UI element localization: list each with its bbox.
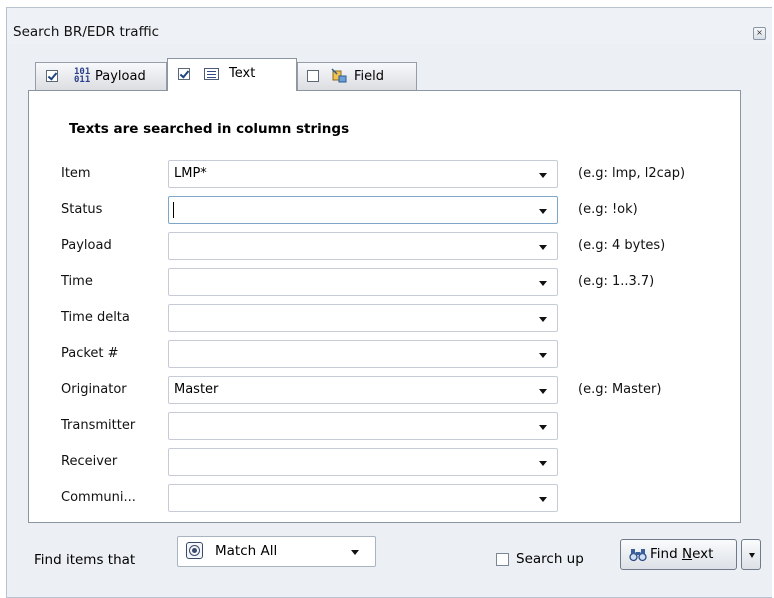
- chevron-down-icon[interactable]: [539, 173, 547, 178]
- chevron-down-icon[interactable]: [539, 497, 547, 502]
- item-value: LMP*: [174, 166, 207, 181]
- chevron-down-icon: [749, 553, 755, 558]
- row-label-time: Time: [61, 274, 93, 289]
- chevron-down-icon[interactable]: [539, 209, 547, 214]
- receiver-combobox[interactable]: [168, 448, 558, 476]
- row-label-originator: Originator: [61, 382, 127, 397]
- chevron-down-icon[interactable]: [539, 353, 547, 358]
- row-label-receiver: Receiver: [61, 454, 118, 469]
- row-label-time-delta: Time delta: [61, 310, 130, 325]
- title-bar: Search BR/EDR traffic ×: [7, 8, 772, 44]
- match-all-icon: [186, 542, 203, 559]
- match-mode-select[interactable]: Match All: [177, 536, 376, 567]
- originator-hint: (e.g: Master): [578, 382, 662, 397]
- originator-combobox[interactable]: Master: [168, 376, 558, 404]
- binary-icon: 101 011: [74, 68, 91, 85]
- chevron-down-icon[interactable]: [539, 425, 547, 430]
- find-next-mnemonic: N: [681, 546, 693, 562]
- find-next-button[interactable]: Find Next: [620, 539, 737, 570]
- originator-value: Master: [174, 382, 219, 397]
- status-hint: (e.g: !ok): [578, 202, 638, 217]
- search-up-checkbox[interactable]: [496, 553, 509, 566]
- chevron-down-icon[interactable]: [539, 281, 547, 286]
- row-label-packet-number: Packet #: [61, 346, 119, 361]
- tab-payload[interactable]: 101 011 Payload: [35, 62, 167, 90]
- match-mode-value: Match All: [215, 543, 278, 559]
- close-icon[interactable]: ×: [753, 27, 766, 40]
- transmitter-combobox[interactable]: [168, 412, 558, 440]
- time-combobox[interactable]: [168, 268, 558, 296]
- communication-combobox[interactable]: [168, 484, 558, 512]
- tab-field-label: Field: [354, 69, 385, 84]
- field-icon: [331, 68, 347, 83]
- time-hint: (e.g: 1..3.7): [578, 274, 655, 289]
- find-items-label: Find items that: [34, 552, 136, 568]
- chevron-down-icon[interactable]: [351, 550, 359, 555]
- tab-field[interactable]: Field: [297, 62, 417, 90]
- row-label-status: Status: [61, 202, 103, 217]
- tab-text[interactable]: Text: [167, 58, 297, 91]
- chevron-down-icon[interactable]: [539, 389, 547, 394]
- tab-text-checkbox[interactable]: [178, 68, 190, 80]
- panel-heading: Texts are searched in column strings: [69, 121, 350, 137]
- row-label-transmitter: Transmitter: [61, 418, 136, 433]
- text-tab-panel: Texts are searched in column strings Ite…: [28, 90, 741, 523]
- payload-hint: (e.g: 4 bytes): [578, 238, 666, 253]
- item-hint: (e.g: lmp, l2cap): [578, 166, 686, 181]
- dialog-title: Search BR/EDR traffic: [13, 24, 160, 40]
- tab-text-label: Text: [229, 66, 256, 81]
- find-next-prefix: Find: [650, 546, 682, 562]
- find-next-label: Find Next: [650, 546, 713, 562]
- payload-combobox[interactable]: [168, 232, 558, 260]
- row-label-payload: Payload: [61, 238, 112, 253]
- search-up-label[interactable]: Search up: [516, 551, 584, 567]
- chevron-down-icon[interactable]: [539, 461, 547, 466]
- tab-payload-checkbox[interactable]: [46, 70, 58, 82]
- tab-field-checkbox[interactable]: [307, 70, 319, 82]
- row-label-item: Item: [61, 166, 91, 181]
- binary-icon-bottom: 011: [74, 75, 91, 85]
- tab-payload-label: Payload: [95, 69, 146, 84]
- find-next-suffix: ext: [692, 546, 714, 562]
- text-field-icon: [204, 68, 219, 80]
- chevron-down-icon[interactable]: [539, 245, 547, 250]
- status-combobox[interactable]: [168, 196, 558, 224]
- time-delta-combobox[interactable]: [168, 304, 558, 332]
- packet-number-combobox[interactable]: [168, 340, 558, 368]
- find-options-dropdown-button[interactable]: [741, 539, 761, 570]
- chevron-down-icon[interactable]: [539, 317, 547, 322]
- binoculars-icon: [629, 549, 647, 562]
- text-caret: [173, 202, 174, 218]
- item-combobox[interactable]: LMP*: [168, 160, 558, 188]
- row-label-communication: Communi...: [61, 490, 136, 505]
